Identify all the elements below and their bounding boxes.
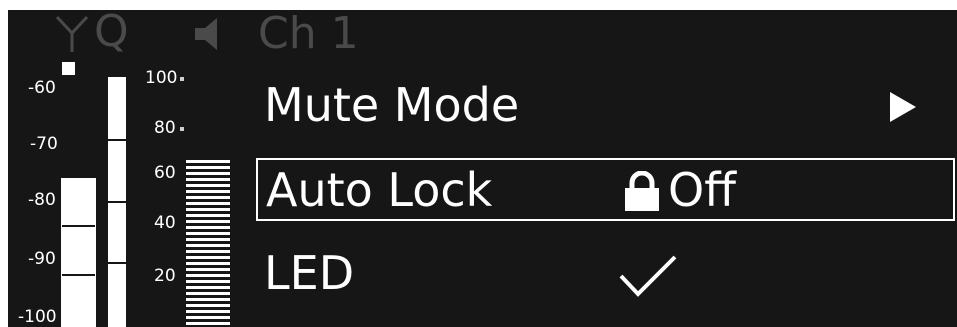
af-level-meter: [186, 160, 230, 327]
menu-item-label: Auto Lock: [266, 163, 493, 217]
rf-level-bar: [108, 77, 126, 327]
af-scale-label: 20: [154, 266, 176, 286]
checkmark-icon: [619, 255, 677, 297]
rf-scale-label: -70: [30, 134, 58, 154]
menu-item-auto-lock[interactable]: Auto Lock Off: [256, 158, 955, 221]
rf-level-meter: [61, 178, 96, 327]
diversity-label: Q: [94, 10, 129, 57]
af-scale-label: 80: [154, 118, 176, 138]
rf-scale-label: -100: [18, 307, 57, 327]
rf-scale-label: -90: [28, 249, 56, 269]
af-scale-label: 100: [145, 68, 178, 88]
menu-item-label: LED: [264, 246, 355, 300]
af-scale-label: 60: [154, 163, 176, 183]
device-display: Q Ch 1 -60 -70 -80 -90 -100 100 80 60 40…: [8, 10, 957, 327]
antenna-icon: [55, 15, 89, 52]
menu-item-label: Mute Mode: [264, 78, 520, 132]
status-bar: Q Ch 1: [8, 10, 408, 60]
menu-item-led[interactable]: LED: [256, 240, 946, 306]
rf-scale-label: -60: [28, 78, 56, 98]
speaker-icon: [195, 18, 217, 50]
af-scale-label: 40: [154, 213, 176, 233]
menu-item-mute-mode[interactable]: Mute Mode: [256, 72, 946, 138]
rf-peak-indicator: [62, 62, 75, 75]
lock-icon: [625, 171, 659, 211]
channel-label: Ch 1: [258, 10, 359, 59]
rf-scale-label: -80: [28, 190, 56, 210]
arrow-right-icon: [890, 92, 916, 122]
auto-lock-value: Off: [668, 163, 736, 217]
